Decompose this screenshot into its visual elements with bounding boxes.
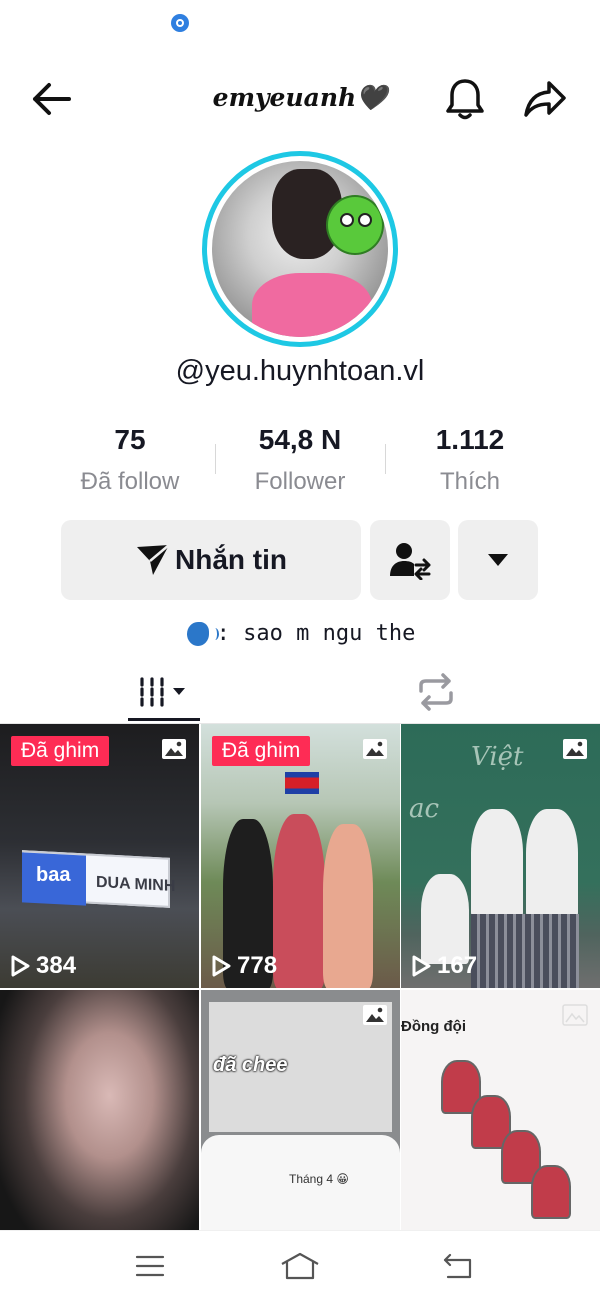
person-shape (273, 814, 325, 988)
thumbnail-caption: Đồng đội (401, 1018, 466, 1035)
view-count: 167 (411, 952, 477, 980)
play-icon (11, 955, 30, 977)
video-thumbnail[interactable]: đã chee Tháng 4 😀 (201, 990, 400, 1230)
back-nav-button[interactable] (428, 1243, 488, 1289)
pinned-badge: Đã ghim (11, 736, 110, 766)
more-options-button[interactable] (458, 520, 538, 600)
play-icon (212, 955, 231, 977)
video-thumbnail[interactable]: baa DUA MINH Đã ghim 384 (0, 724, 199, 988)
message-button[interactable]: Nhắn tin (61, 520, 361, 600)
person-shape (421, 874, 469, 964)
home-button[interactable] (270, 1243, 330, 1289)
repost-icon (419, 673, 453, 711)
figure-shape (531, 1165, 571, 1219)
tab-reposts[interactable] (400, 660, 472, 724)
play-icon (412, 955, 431, 977)
chalk-text: ac (409, 794, 440, 824)
person-shape (323, 824, 373, 988)
user-swap-icon (390, 543, 431, 580)
notifications-button[interactable] (440, 74, 490, 124)
likes-label: Thích (439, 468, 501, 495)
avatar-shirt-shape (252, 273, 372, 337)
stat-following[interactable]: 75 Đã follow (45, 418, 215, 502)
chalk-text: Việt (471, 742, 524, 772)
username: @yeu.huynhtoan.vl (175, 355, 425, 387)
sign-text: baa (36, 864, 71, 886)
arrow-left-icon (33, 83, 71, 115)
back-button[interactable] (26, 76, 76, 122)
person-shape (526, 809, 578, 919)
suggested-accounts-button[interactable] (370, 520, 450, 600)
photo-icon (562, 1004, 588, 1026)
likes-count: 1.112 (435, 424, 505, 455)
pinned-badge: Đã ghim (212, 736, 311, 766)
home-icon (281, 1252, 319, 1280)
photo-icon (563, 739, 587, 759)
back-icon (443, 1253, 472, 1279)
page-title: emyeuanh🖤 (212, 83, 388, 112)
view-count-text: 778 (237, 952, 278, 979)
video-thumbnail[interactable] (0, 990, 199, 1230)
content-tabs (0, 660, 600, 724)
system-navigation-bar (0, 1230, 600, 1300)
top-bar: emyeuanh🖤 (0, 60, 600, 140)
tab-videos[interactable] (128, 660, 200, 724)
grid-columns-icon (140, 677, 185, 707)
stat-likes[interactable]: 1.112 Thích (385, 418, 555, 502)
view-count-text: 384 (36, 952, 77, 979)
paper-plane-icon (137, 544, 170, 575)
photo-icon (363, 1005, 387, 1025)
avatar-sticker (326, 195, 384, 255)
video-thumbnail[interactable]: Đồng đội (401, 990, 600, 1230)
view-count: 384 (10, 952, 76, 980)
action-buttons: Nhắn tin (0, 520, 600, 600)
sheet-text: Tháng 4 😀 (289, 1172, 349, 1186)
photo-icon (363, 739, 387, 759)
overlay-text: đã chee (213, 1054, 288, 1076)
caret-down-icon (488, 554, 508, 566)
recent-apps-button[interactable] (120, 1243, 180, 1289)
followers-label: Follower (254, 468, 346, 495)
avatar[interactable] (212, 161, 388, 337)
flag-shape (285, 772, 319, 794)
video-thumbnail[interactable]: Việt ac 167 (401, 724, 600, 988)
following-count: 75 (114, 424, 146, 455)
bio-text: : sao m ngu the (216, 621, 416, 646)
share-icon (524, 81, 566, 117)
video-grid: baa DUA MINH Đã ghim 384 Đã ghim 778 Việ… (0, 724, 600, 1230)
avatar-ring[interactable] (202, 151, 398, 347)
photo-icon (162, 739, 186, 759)
message-button-label: Nhắn tin (175, 544, 287, 575)
person-shape (471, 809, 523, 919)
view-count-text: 167 (437, 952, 478, 979)
speaking-head-icon (185, 620, 219, 648)
following-label: Đã follow (80, 468, 180, 495)
followers-count: 54,8 N (258, 424, 342, 455)
share-button[interactable] (518, 74, 572, 124)
video-thumbnail[interactable]: Đã ghim 778 (201, 724, 400, 988)
stat-followers[interactable]: 54,8 N Follower (215, 418, 385, 502)
bio: : sao m ngu the (0, 612, 600, 656)
notification-status-icon (171, 14, 189, 32)
menu-icon (135, 1255, 165, 1277)
view-count: 778 (211, 952, 277, 980)
stats-row: 75 Đã follow 54,8 N Follower 1.112 Thích (0, 418, 600, 508)
bell-icon (446, 79, 484, 120)
skirt-shape (471, 914, 579, 988)
status-bar (0, 0, 600, 46)
active-tab-indicator (128, 718, 200, 721)
